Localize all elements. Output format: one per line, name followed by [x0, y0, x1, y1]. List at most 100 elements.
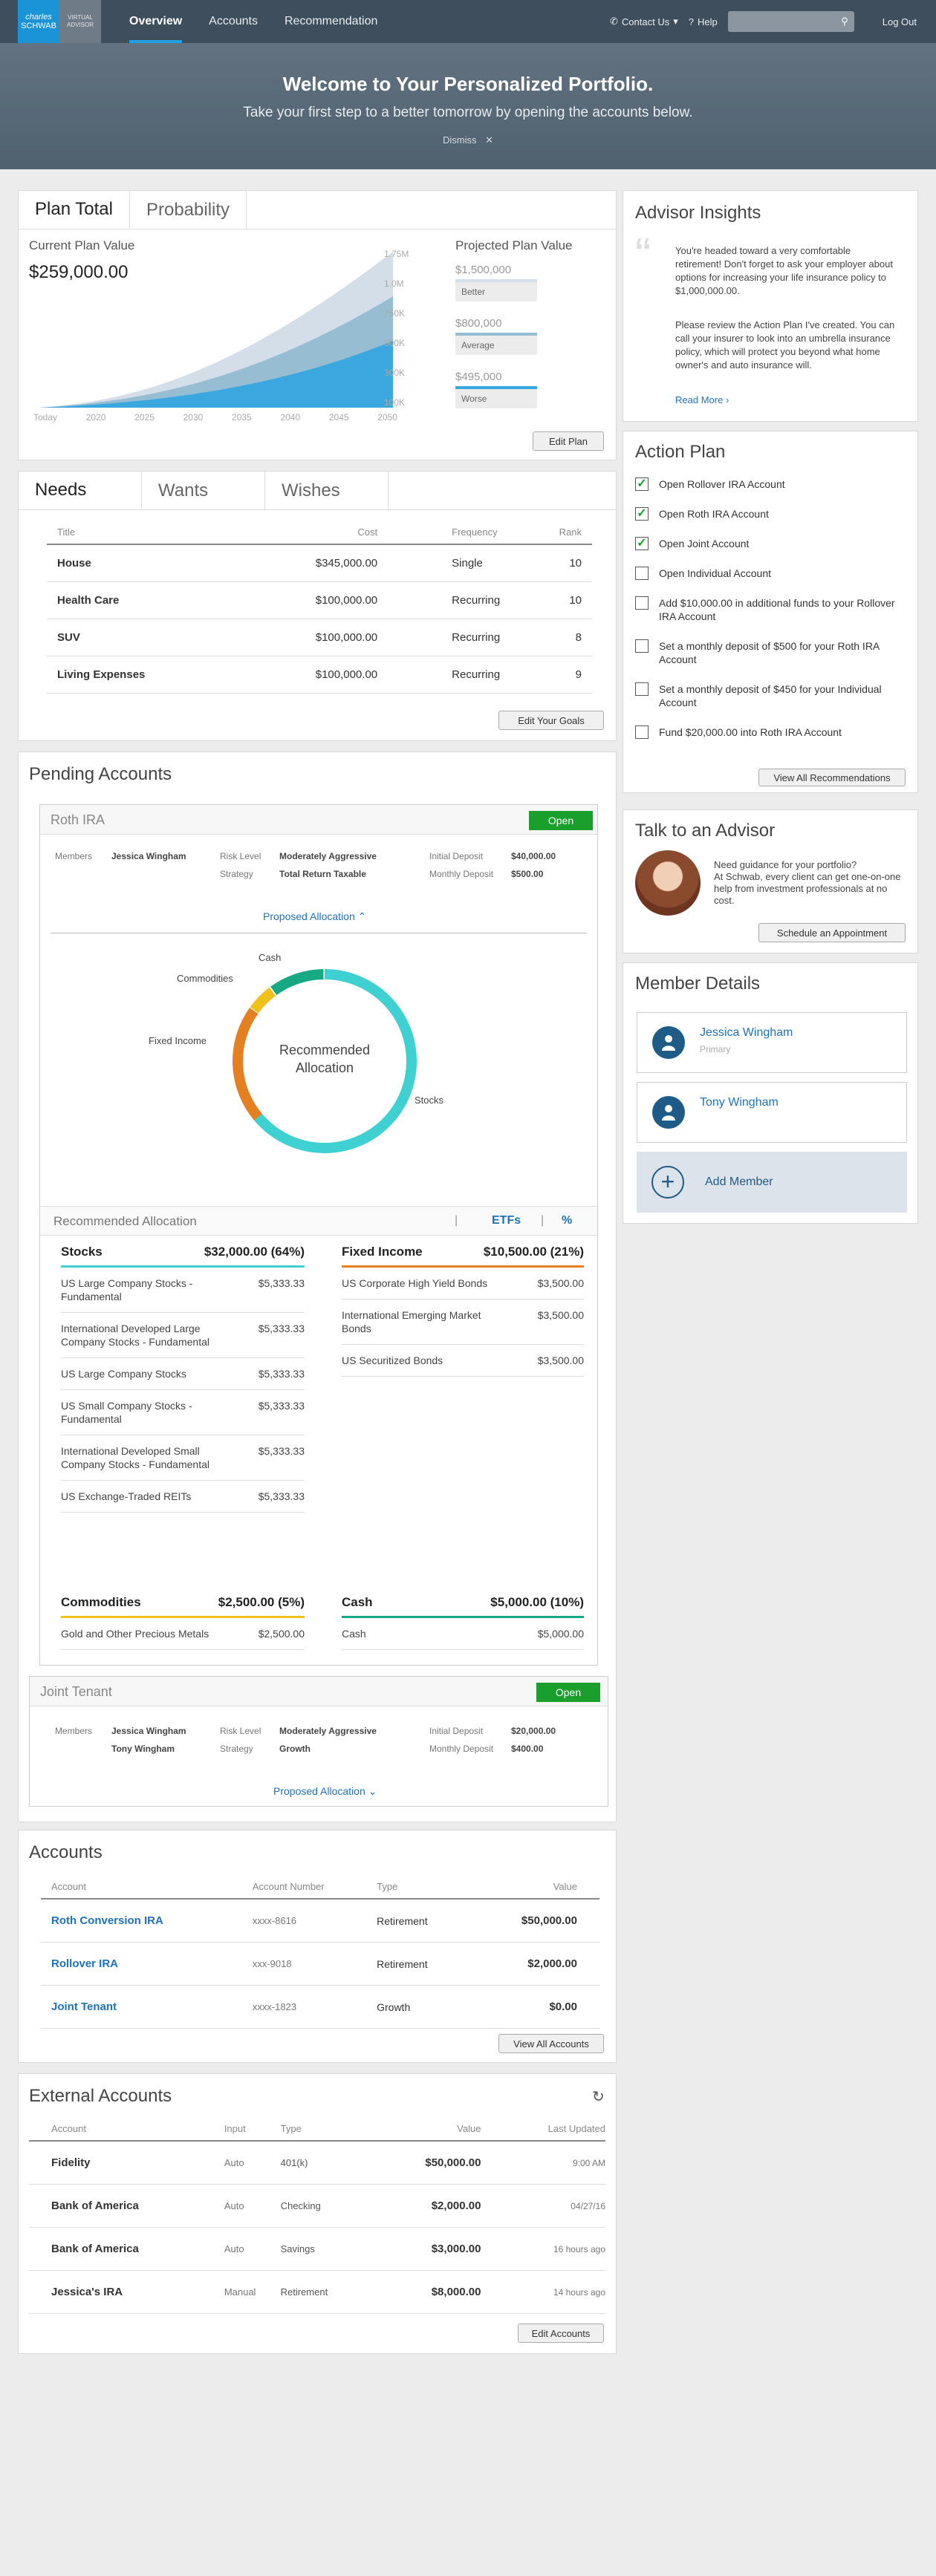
proposed-allocation-toggle[interactable]: Proposed Allocation ⌄ [273, 1785, 377, 1798]
checkbox[interactable]: ✓ [635, 537, 649, 550]
account-link[interactable]: Rollover IRA [41, 1942, 253, 1986]
tab-needs[interactable]: Needs [19, 472, 142, 509]
account-link[interactable]: Joint Tenant [41, 1985, 253, 2029]
item-value: $2,500.00 [258, 1628, 305, 1640]
phone-icon: ✆ [610, 16, 618, 27]
external-accounts-card: External Accounts ↻ Account Input Type Valu… [18, 2073, 617, 2354]
col-updated: Last Updated [503, 2117, 605, 2142]
add-member-button[interactable]: + Add Member [637, 1152, 907, 1213]
ext-account-name: Fidelity [29, 2141, 224, 2185]
y-tick: 500K [384, 338, 406, 348]
ext-value: $8,000.00 [364, 2270, 504, 2314]
tab-wishes[interactable]: Wishes [265, 472, 389, 509]
monthly-label: Monthly Deposit [429, 1744, 494, 1754]
col-account: Account [29, 2117, 224, 2142]
advisor-insights-card: Advisor Insights “ You're headed toward … [623, 190, 918, 422]
table-row[interactable]: Living Expenses $100,000.00 Recurring 9 [47, 656, 592, 694]
joint-tenant-panel: Joint Tenant Open Members Jessica Wingha… [29, 1676, 608, 1807]
person-icon [662, 1035, 675, 1051]
tab-probability[interactable]: Probability [130, 191, 247, 229]
projection-label: Worse [455, 386, 537, 408]
goal-cost: $100,000.00 [216, 581, 452, 619]
member-name[interactable]: Jessica Wingham [700, 1026, 793, 1040]
table-row[interactable]: Fidelity Auto 401(k) $50,000.00 9:00 AM [29, 2141, 605, 2185]
plan-card: Plan Total Probability Current Plan Valu… [18, 190, 617, 460]
item-value: $5,333.33 [258, 1368, 305, 1380]
group-total: $2,500.00 (5%) [218, 1595, 305, 1609]
table-row: Roth Conversion IRA xxxx-8616 Retirement $5… [41, 1899, 599, 1943]
nav-overview[interactable]: Overview [116, 0, 195, 43]
risk-label: Risk Level [220, 1726, 261, 1736]
nav-accounts[interactable]: Accounts [195, 0, 271, 43]
checkbox[interactable] [635, 639, 649, 653]
member-name[interactable]: Tony Wingham [700, 1096, 779, 1109]
table-row[interactable]: Health Care $100,000.00 Recurring 10 [47, 581, 592, 619]
col-value: Value [464, 1875, 599, 1900]
checkbox[interactable]: ✓ [635, 507, 649, 521]
proposed-label: Proposed Allocation [273, 1785, 365, 1797]
item-name: US Corporate High Yield Bonds [342, 1277, 488, 1289]
help-link[interactable]: ? Help [689, 16, 718, 27]
schwab-logo[interactable]: charles SCHWAB [18, 0, 59, 43]
search-icon[interactable]: ⚲ [841, 16, 848, 27]
close-icon: ✕ [485, 134, 494, 146]
account-link[interactable]: Roth Conversion IRA [41, 1899, 253, 1943]
checkbox[interactable] [635, 682, 649, 696]
proposed-allocation-toggle[interactable]: Proposed Allocation ⌃ [263, 910, 366, 923]
member-tony[interactable]: Tony Wingham [637, 1082, 907, 1143]
table-row[interactable]: Jessica's IRA Manual Retirement $8,000.00 14… [29, 2270, 605, 2314]
action-plan-title: Action Plan [635, 442, 726, 462]
col-account: Account [41, 1875, 253, 1900]
checkbox[interactable] [635, 596, 649, 610]
percent-toggle[interactable]: % [562, 1214, 572, 1227]
nav-recommendation[interactable]: Recommendation [271, 0, 391, 43]
view-all-accounts-button[interactable]: View All Accounts [498, 2034, 604, 2053]
open-joint-button[interactable]: Open [536, 1683, 600, 1702]
edit-goals-button[interactable]: Edit Your Goals [498, 711, 604, 730]
user-avatar-icon [652, 1026, 685, 1059]
account-value: $2,000.00 [464, 1942, 599, 1986]
logout-link[interactable]: Log Out [883, 16, 917, 27]
checkbox[interactable]: ✓ [635, 477, 649, 491]
logo2-top-text: VIRTUAL [68, 14, 93, 21]
read-more-link[interactable]: Read More › [675, 394, 729, 405]
y-tick: 1.0M [384, 278, 404, 289]
deposit-label: Initial Deposit [429, 1726, 484, 1736]
ext-input: Auto [224, 2141, 281, 2185]
risk-value: Moderately Aggressive [279, 851, 377, 861]
etfs-toggle[interactable]: ETFs [492, 1214, 521, 1227]
schedule-appointment-button[interactable]: Schedule an Appointment [758, 923, 906, 942]
open-roth-button[interactable]: Open [529, 811, 593, 830]
group-name: Fixed Income [342, 1245, 423, 1259]
member-role: Primary [700, 1044, 731, 1054]
checkbox[interactable] [635, 725, 649, 739]
view-all-recommendations-button[interactable]: View All Recommendations [758, 769, 906, 786]
search-input[interactable]: ⚲ [727, 11, 854, 32]
table-row[interactable]: SUV $100,000.00 Recurring 8 [47, 619, 592, 656]
checkbox[interactable] [635, 567, 649, 580]
refresh-icon[interactable]: ↻ [592, 2087, 605, 2106]
table-row[interactable]: Bank of America Auto Savings $3,000.00 16 ho… [29, 2227, 605, 2271]
group-name: Cash [342, 1595, 373, 1609]
table-row[interactable]: House $345,000.00 Single 10 [47, 544, 592, 582]
dismiss-button[interactable]: Dismiss ✕ [0, 134, 936, 146]
edit-accounts-button[interactable]: Edit Accounts [518, 2324, 604, 2343]
edit-plan-button[interactable]: Edit Plan [533, 431, 604, 451]
group-total: $32,000.00 (64%) [204, 1245, 305, 1259]
item-name: US Securitized Bonds [342, 1354, 443, 1366]
list-item: US Corporate High Yield Bonds $3,500.00 [342, 1268, 584, 1300]
tab-wants[interactable]: Wants [142, 472, 265, 509]
action-item: Add $10,000.00 in additional funds to yo… [635, 596, 903, 623]
tab-plan-total[interactable]: Plan Total [19, 191, 130, 229]
col-title: Title [47, 521, 217, 545]
plan-growth-chart [39, 252, 393, 408]
item-name: US Small Company Stocks - Fundamental [61, 1400, 192, 1425]
member-jessica[interactable]: Jessica Wingham Primary [637, 1012, 907, 1073]
contact-us-menu[interactable]: ✆ Contact Us ▾ [610, 16, 678, 27]
goal-cost: $100,000.00 [216, 619, 452, 656]
account-number: xxxx-8616 [252, 1899, 377, 1943]
cash-group: Cash $5,000.00 (10%) Cash $5,000.00 [342, 1595, 584, 1650]
item-value: $3,500.00 [537, 1277, 584, 1289]
joint-header [30, 1677, 608, 1706]
table-row[interactable]: Bank of America Auto Checking $2,000.00 04/2… [29, 2184, 605, 2228]
